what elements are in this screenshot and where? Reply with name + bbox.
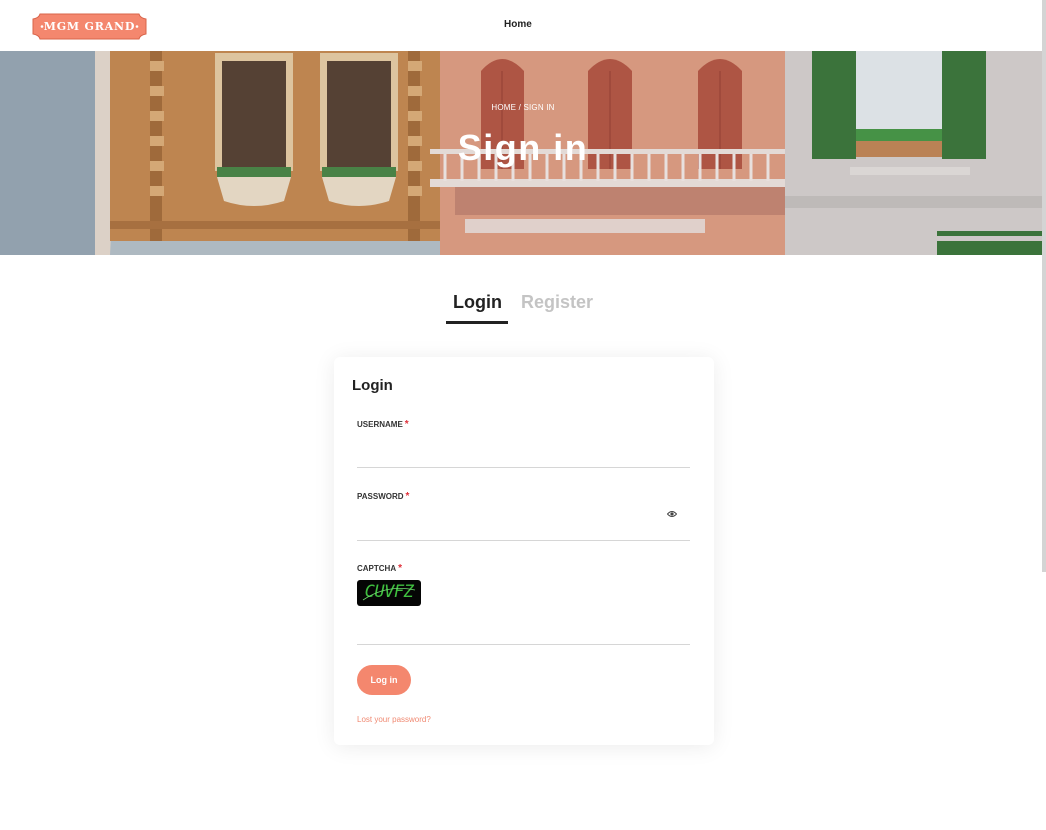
required-mark: * — [405, 491, 410, 502]
login-form-title: Login — [352, 377, 393, 394]
required-mark: * — [398, 563, 403, 574]
nav-home-link[interactable]: Home — [504, 19, 532, 30]
tab-login[interactable]: Login — [453, 292, 502, 313]
captcha-input[interactable] — [357, 621, 690, 641]
password-label: PASSWORD * — [357, 491, 409, 502]
password-input[interactable] — [357, 517, 690, 537]
required-mark: * — [404, 419, 409, 430]
page-title: Sign in — [457, 127, 589, 168]
username-label: USERNAME * — [357, 419, 409, 430]
password-underline — [357, 540, 690, 541]
captcha-noise-icon — [362, 587, 416, 601]
lost-password-link[interactable]: Lost your password? — [357, 715, 431, 724]
tab-register[interactable]: Register — [521, 292, 593, 313]
login-button[interactable]: Log in — [357, 665, 411, 695]
captcha-label: CAPTCHA * — [357, 563, 402, 574]
site-header: MGM GRAND Home — [0, 0, 1046, 51]
captcha-image: CUVFZ — [357, 580, 421, 606]
username-input[interactable] — [357, 445, 690, 465]
password-label-text: PASSWORD — [357, 492, 404, 501]
eye-icon[interactable] — [667, 510, 677, 518]
logo-text: MGM GRAND — [43, 20, 136, 33]
page-scrollbar[interactable] — [1042, 0, 1046, 572]
captcha-label-text: CAPTCHA — [357, 564, 397, 573]
username-underline — [357, 467, 690, 468]
captcha-underline — [357, 644, 690, 645]
breadcrumb: HOME / SIGN IN — [491, 103, 555, 112]
active-tab-indicator — [446, 321, 508, 324]
login-card: Login USERNAME * PASSWORD * CAPTCHA * CUVFZ… — [334, 357, 714, 745]
site-logo[interactable]: MGM GRAND — [32, 13, 147, 40]
username-label-text: USERNAME — [357, 420, 403, 429]
